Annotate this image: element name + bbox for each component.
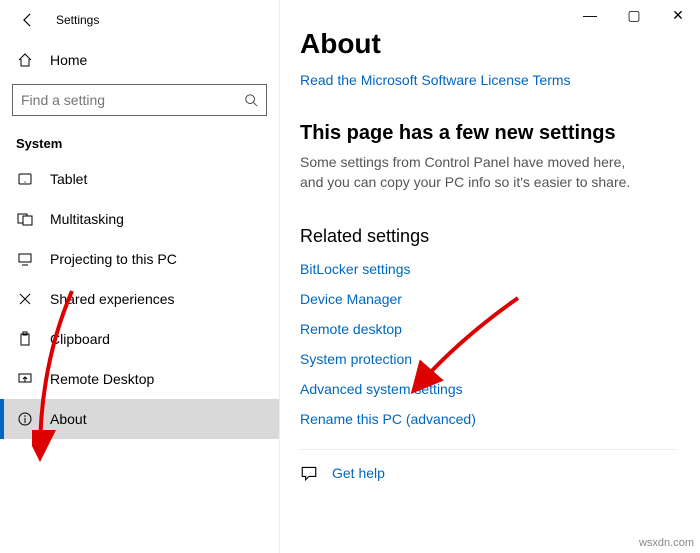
- link-system-protection[interactable]: System protection: [300, 351, 676, 367]
- new-settings-body: Some settings from Control Panel have mo…: [300, 153, 640, 192]
- minimize-button[interactable]: —: [568, 0, 612, 30]
- home-button[interactable]: Home: [0, 40, 279, 80]
- window-title: Settings: [56, 13, 99, 27]
- related-heading: Related settings: [300, 226, 676, 247]
- window-controls: — ▢ ✕: [568, 0, 700, 30]
- nav-item-clipboard[interactable]: Clipboard: [0, 319, 279, 359]
- nav-label: Shared experiences: [50, 291, 175, 307]
- nav-label: Clipboard: [50, 331, 110, 347]
- nav-item-remote-desktop[interactable]: Remote Desktop: [0, 359, 279, 399]
- nav-item-about[interactable]: About: [0, 399, 279, 439]
- chat-icon: [300, 464, 320, 482]
- sidebar: Settings Home System Tablet Multitasking: [0, 0, 280, 553]
- get-help-link[interactable]: Get help: [332, 465, 385, 481]
- page-title: About: [300, 28, 676, 60]
- multitasking-icon: [16, 211, 34, 227]
- shared-icon: [16, 291, 34, 307]
- close-button[interactable]: ✕: [656, 0, 700, 30]
- link-device-manager[interactable]: Device Manager: [300, 291, 676, 307]
- nav-label: Multitasking: [50, 211, 124, 227]
- clipboard-icon: [16, 331, 34, 347]
- nav-label: Remote Desktop: [50, 371, 154, 387]
- link-advanced-system[interactable]: Advanced system settings: [300, 381, 676, 397]
- get-help-row[interactable]: Get help: [300, 449, 676, 482]
- content-area: — ▢ ✕ About Read the Microsoft Software …: [280, 0, 700, 553]
- tablet-icon: [16, 171, 34, 187]
- projecting-icon: [16, 251, 34, 267]
- related-links: BitLocker settings Device Manager Remote…: [300, 261, 676, 427]
- nav-label: About: [50, 411, 87, 427]
- nav-label: Projecting to this PC: [50, 251, 177, 267]
- search-icon: [244, 93, 258, 107]
- nav-list: Tablet Multitasking Projecting to this P…: [0, 159, 279, 553]
- nav-item-shared[interactable]: Shared experiences: [0, 279, 279, 319]
- search-box[interactable]: [12, 84, 267, 116]
- search-input[interactable]: [21, 92, 244, 108]
- info-icon: [16, 411, 34, 427]
- arrow-left-icon: [20, 12, 36, 28]
- nav-label: Tablet: [50, 171, 87, 187]
- watermark: wsxdn.com: [639, 537, 694, 549]
- new-settings-heading: This page has a few new settings: [300, 122, 676, 145]
- nav-item-projecting[interactable]: Projecting to this PC: [0, 239, 279, 279]
- maximize-button[interactable]: ▢: [612, 0, 656, 30]
- link-rename-pc[interactable]: Rename this PC (advanced): [300, 411, 676, 427]
- back-button[interactable]: [8, 0, 48, 40]
- section-header: System: [0, 124, 279, 159]
- remote-desktop-icon: [16, 371, 34, 387]
- license-link[interactable]: Read the Microsoft Software License Term…: [300, 72, 571, 88]
- home-icon: [16, 52, 34, 68]
- link-remote-desktop[interactable]: Remote desktop: [300, 321, 676, 337]
- titlebar: Settings: [0, 0, 279, 40]
- home-label: Home: [50, 52, 87, 68]
- nav-item-multitasking[interactable]: Multitasking: [0, 199, 279, 239]
- nav-item-tablet[interactable]: Tablet: [0, 159, 279, 199]
- link-bitlocker[interactable]: BitLocker settings: [300, 261, 676, 277]
